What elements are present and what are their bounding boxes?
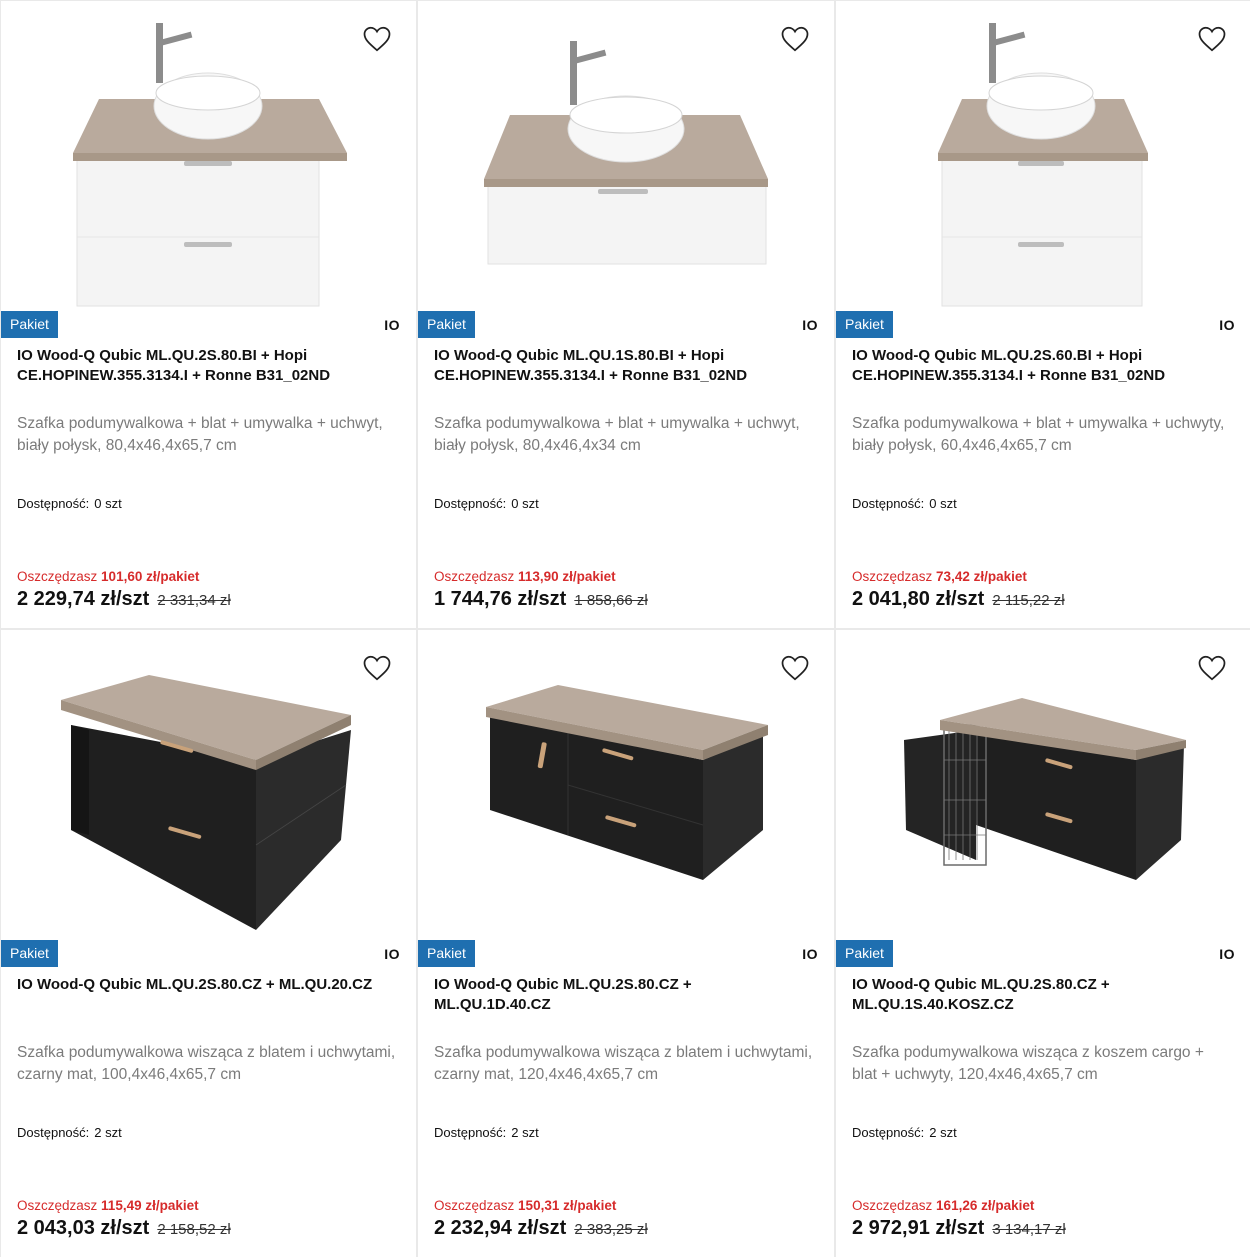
product-title[interactable]: IO Wood-Q Qubic ML.QU.2S.60.BI + Hopi CE… — [852, 346, 1211, 386]
savings-label: Oszczędzasz — [434, 569, 515, 584]
savings: Oszczędzasz 115,49 zł/pakiet — [17, 1198, 199, 1213]
old-price: 2 115,22 zł — [992, 592, 1065, 609]
brand-label: IO — [1219, 317, 1235, 333]
price: 2 043,03 zł/szt 2 158,52 zł — [17, 1217, 231, 1240]
price: 1 744,76 zł/szt 1 858,66 zł — [434, 588, 648, 611]
package-badge: Pakiet — [418, 311, 475, 338]
savings-label: Oszczędzasz — [17, 1198, 98, 1213]
availability-value: 0 szt — [929, 496, 957, 511]
heart-icon[interactable] — [780, 654, 810, 682]
product-card[interactable]: Pakiet IO IO Wood-Q Qubic ML.QU.2S.80.CZ… — [418, 630, 834, 1257]
savings-value: 73,42 zł/pakiet — [936, 569, 1027, 584]
product-image[interactable] — [418, 1, 834, 311]
brand-label: IO — [384, 946, 400, 962]
package-badge: Pakiet — [1, 311, 58, 338]
availability-value: 0 szt — [94, 496, 122, 511]
old-price: 1 858,66 zł — [574, 592, 648, 609]
product-description: Szafka podumywalkowa + blat + umywalka +… — [17, 415, 383, 454]
product-image[interactable] — [836, 630, 1250, 940]
package-badge: Pakiet — [836, 940, 893, 967]
savings-label: Oszczędzasz — [17, 569, 98, 584]
availability-value: 2 szt — [929, 1125, 957, 1140]
savings-label: Oszczędzasz — [852, 1198, 933, 1213]
heart-icon[interactable] — [1197, 25, 1227, 53]
product-title[interactable]: IO Wood-Q Qubic ML.QU.2S.80.CZ + ML.QU.1… — [852, 975, 1211, 1015]
brand-label: IO — [802, 317, 818, 333]
savings-value: 113,90 zł/pakiet — [518, 569, 616, 584]
availability-value: 2 szt — [511, 1125, 539, 1140]
savings: Oszczędzasz 113,90 zł/pakiet — [434, 569, 616, 584]
current-price: 1 744,76 zł/szt — [434, 588, 567, 610]
product-description: Szafka podumywalkowa + blat + umywalka +… — [852, 415, 1225, 454]
product-image[interactable] — [836, 1, 1250, 311]
old-price: 2 158,52 zł — [157, 1221, 231, 1238]
product-card[interactable]: Pakiet IO IO Wood-Q Qubic ML.QU.2S.60.BI… — [836, 1, 1250, 628]
savings-label: Oszczędzasz — [434, 1198, 515, 1213]
savings: Oszczędzasz 161,26 zł/pakiet — [852, 1198, 1034, 1213]
old-price: 3 134,17 zł — [992, 1221, 1066, 1238]
savings: Oszczędzasz 101,60 zł/pakiet — [17, 569, 199, 584]
availability: Dostępność: 0 szt — [17, 496, 122, 511]
savings-value: 161,26 zł/pakiet — [936, 1198, 1035, 1213]
product-card[interactable]: Pakiet IO IO Wood-Q Qubic ML.QU.1S.80.BI… — [418, 1, 834, 628]
savings-value: 150,31 zł/pakiet — [518, 1198, 617, 1213]
package-badge: Pakiet — [418, 940, 475, 967]
availability: Dostępność: 2 szt — [17, 1125, 122, 1140]
product-title[interactable]: IO Wood-Q Qubic ML.QU.2S.80.CZ + ML.QU.2… — [17, 975, 376, 995]
product-card[interactable]: Pakiet IO IO Wood-Q Qubic ML.QU.2S.80.BI… — [1, 1, 416, 628]
product-description: Szafka podumywalkowa wisząca z blatem i … — [434, 1044, 813, 1083]
product-description: Szafka podumywalkowa wisząca z blatem i … — [17, 1044, 396, 1083]
availability: Dostępność: 0 szt — [852, 496, 957, 511]
brand-label: IO — [1219, 946, 1235, 962]
savings-value: 101,60 zł/pakiet — [101, 569, 200, 584]
product-image[interactable] — [1, 1, 416, 311]
savings-label: Oszczędzasz — [852, 569, 933, 584]
product-card[interactable]: Pakiet IO IO Wood-Q Qubic ML.QU.2S.80.CZ… — [836, 630, 1250, 1257]
availability-label: Dostępność: — [17, 1125, 90, 1140]
current-price: 2 043,03 zł/szt — [17, 1217, 150, 1239]
brand-label: IO — [802, 946, 818, 962]
availability: Dostępność: 0 szt — [434, 496, 539, 511]
old-price: 2 331,34 zł — [157, 592, 231, 609]
current-price: 2 229,74 zł/szt — [17, 588, 150, 610]
savings: Oszczędzasz 73,42 zł/pakiet — [852, 569, 1027, 584]
price: 2 972,91 zł/szt 3 134,17 zł — [852, 1217, 1066, 1240]
product-title[interactable]: IO Wood-Q Qubic ML.QU.1S.80.BI + Hopi CE… — [434, 346, 794, 386]
package-badge: Pakiet — [1, 940, 58, 967]
brand-label: IO — [384, 317, 400, 333]
package-badge: Pakiet — [836, 311, 893, 338]
current-price: 2 972,91 zł/szt — [852, 1217, 985, 1239]
savings: Oszczędzasz 150,31 zł/pakiet — [434, 1198, 616, 1213]
availability-label: Dostępność: — [852, 496, 925, 511]
availability: Dostępność: 2 szt — [852, 1125, 957, 1140]
savings-value: 115,49 zł/pakiet — [101, 1198, 199, 1213]
heart-icon[interactable] — [1197, 654, 1227, 682]
price: 2 229,74 zł/szt 2 331,34 zł — [17, 588, 231, 611]
product-description: Szafka podumywalkowa + blat + umywalka +… — [434, 415, 800, 454]
current-price: 2 041,80 zł/szt — [852, 588, 985, 610]
availability-label: Dostępność: — [434, 1125, 507, 1140]
current-price: 2 232,94 zł/szt — [434, 1217, 567, 1239]
old-price: 2 383,25 zł — [574, 1221, 648, 1238]
product-image[interactable] — [1, 630, 416, 940]
price: 2 041,80 zł/szt 2 115,22 zł — [852, 588, 1065, 611]
product-card[interactable]: Pakiet IO IO Wood-Q Qubic ML.QU.2S.80.CZ… — [1, 630, 416, 1257]
availability-value: 2 szt — [94, 1125, 122, 1140]
product-image[interactable] — [418, 630, 834, 940]
availability-value: 0 szt — [511, 496, 539, 511]
availability-label: Dostępność: — [852, 1125, 925, 1140]
heart-icon[interactable] — [362, 25, 392, 53]
availability: Dostępność: 2 szt — [434, 1125, 539, 1140]
availability-label: Dostępność: — [17, 496, 90, 511]
product-grid: Pakiet IO IO Wood-Q Qubic ML.QU.2S.80.BI… — [0, 0, 1250, 1257]
product-title[interactable]: IO Wood-Q Qubic ML.QU.2S.80.BI + Hopi CE… — [17, 346, 376, 386]
product-description: Szafka podumywalkowa wisząca z koszem ca… — [852, 1044, 1204, 1083]
heart-icon[interactable] — [780, 25, 810, 53]
heart-icon[interactable] — [362, 654, 392, 682]
price: 2 232,94 zł/szt 2 383,25 zł — [434, 1217, 648, 1240]
availability-label: Dostępność: — [434, 496, 507, 511]
product-title[interactable]: IO Wood-Q Qubic ML.QU.2S.80.CZ + ML.QU.1… — [434, 975, 794, 1015]
